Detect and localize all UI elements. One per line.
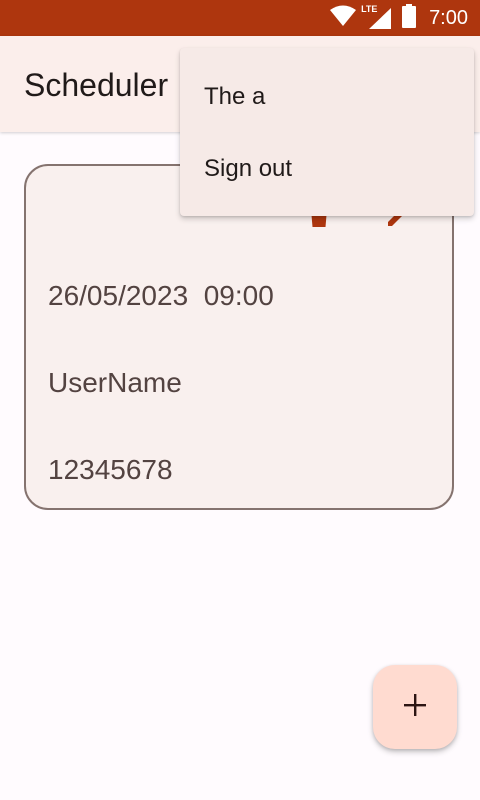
menu-item-the-a[interactable]: The a [180,61,474,133]
status-time: 7:00 [429,6,468,29]
appointment-phone: 12345678 [48,454,173,485]
add-appointment-button[interactable] [373,665,457,749]
lte-label: LTE [361,4,378,14]
status-icons: LTE 7:00 [329,0,468,36]
wifi-icon [329,5,357,32]
app-title: Scheduler [24,67,169,103]
menu-item-sign-out[interactable]: Sign out [180,133,474,205]
appointment-datetime: 26/05/2023 09:00 [48,280,274,311]
plus-icon [404,693,426,721]
appointment-username: UserName [48,367,182,398]
overflow-menu: The a Sign out [180,48,474,216]
battery-icon [401,3,417,33]
lte-signal-icon: LTE [361,4,393,30]
status-bar: LTE 7:00 [0,0,480,36]
